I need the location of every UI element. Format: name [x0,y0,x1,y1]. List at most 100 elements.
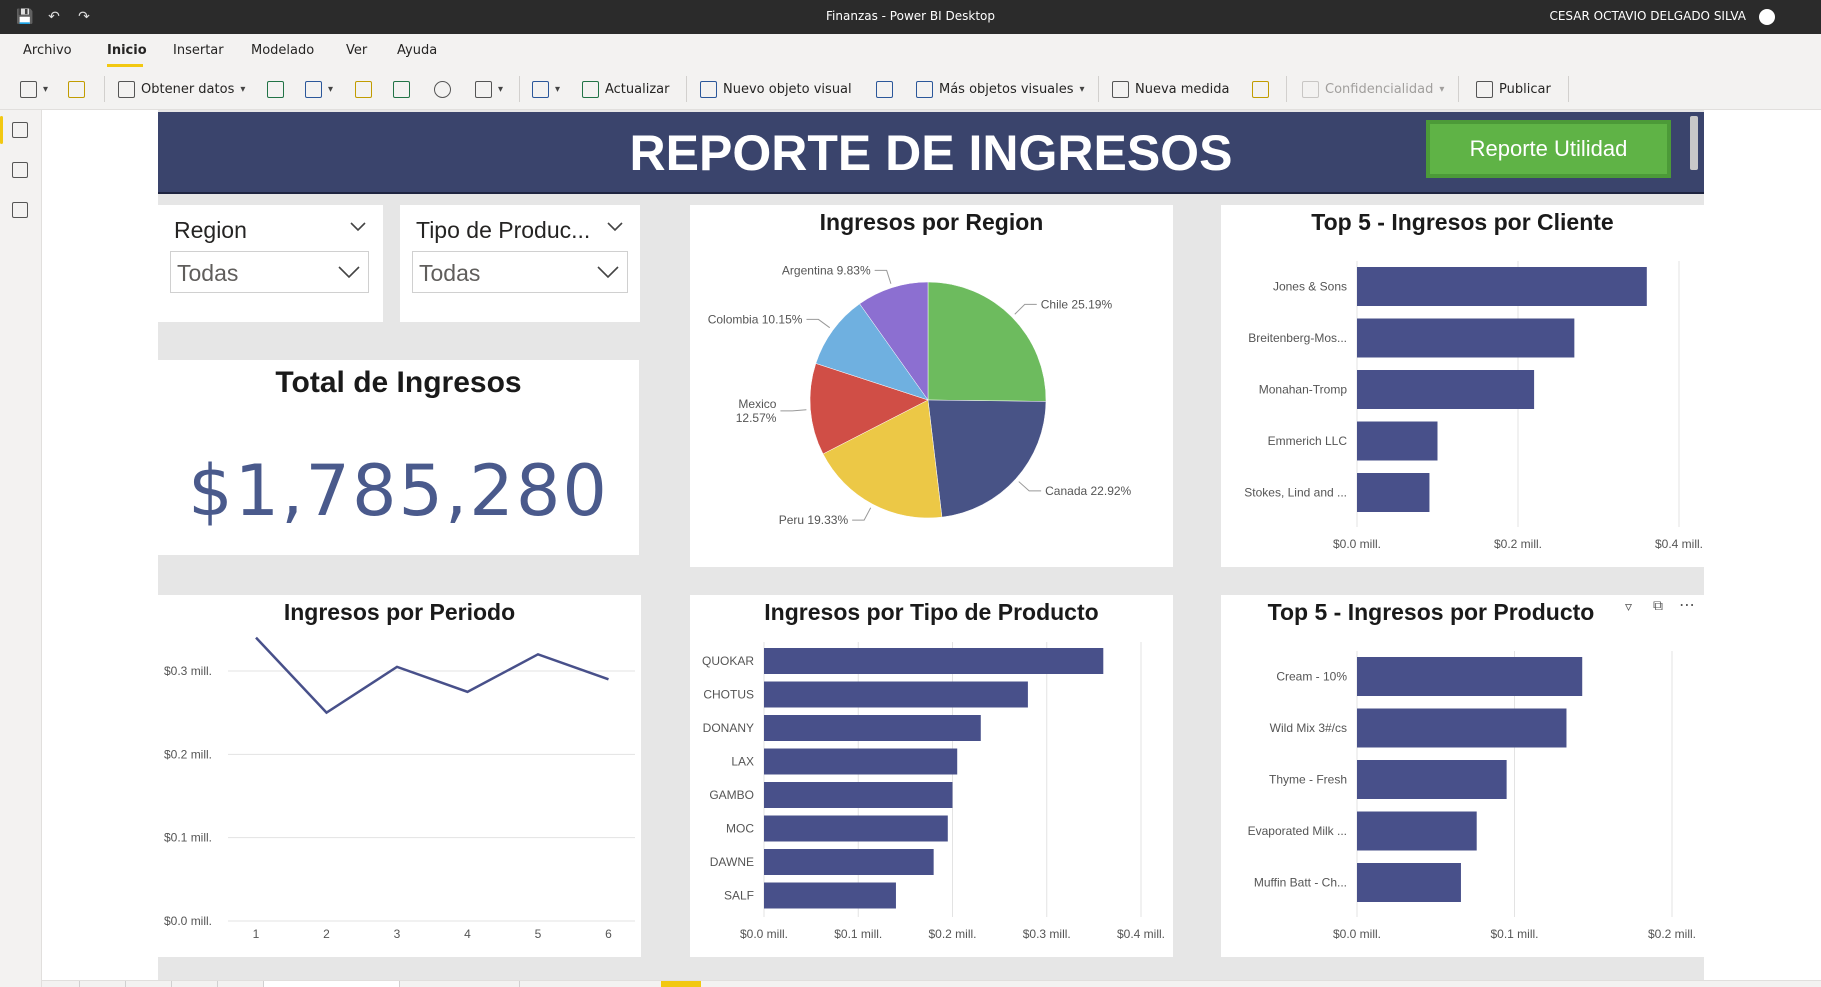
kpi-total-revenue[interactable]: Total de Ingresos $1,785,280 [158,360,639,555]
category-label: Wild Mix 3#/cs [1270,721,1347,735]
more-visuals-label: Más objetos visuales [939,81,1074,97]
slicer-product-label: Tipo de Produc... [416,217,591,243]
report-view-icon[interactable] [12,122,28,138]
text-box-button[interactable] [876,79,893,99]
line-chart[interactable]: $0.0 mill. $0.1 mill. $0.2 mill. $0.3 mill.… [158,595,641,957]
enter-data-button[interactable] [393,79,410,99]
bar [1357,370,1535,409]
data-view-icon[interactable] [12,162,28,178]
chart-top5-products[interactable]: Top 5 - Ingresos por Producto ▿ ⧉ ⋯ $0.0… [1221,595,1704,957]
window-title: Finanzas - Power BI Desktop [826,9,995,23]
tick-label: $0.0 mill. [164,914,212,928]
leader-line [780,409,807,412]
bar [1357,760,1507,799]
category-label: SALF [724,889,754,903]
bar-chart[interactable]: $0.0 mill. $0.1 mill. $0.2 mill. Cream - 10… [1221,595,1704,957]
menu-ayuda[interactable]: Ayuda [397,43,437,58]
recent-sources-button[interactable]: ▾ [475,79,503,99]
category-label: Muffin Batt - Ch... [1254,876,1347,890]
user-name[interactable]: CESAR OCTAVIO DELGADO SILVA [1549,9,1746,23]
chevron-down-icon[interactable] [606,217,624,235]
menu-insertar[interactable]: Insertar [173,43,224,58]
category-label: Monahan-Tromp [1259,383,1348,397]
leader-line [852,507,872,521]
bar [1357,421,1438,461]
bar-chart-icon [700,80,717,98]
slicer-region: Region Todas [158,205,383,322]
refresh-label: Actualizar [605,81,670,97]
datasets-button[interactable]: ▾ [305,79,333,99]
chart-top5-clients[interactable]: Top 5 - Ingresos por Cliente $0.0 mill. $… [1221,205,1704,567]
new-visual-button[interactable]: Nuevo objeto visual [700,79,852,99]
category-label: Cream - 10% [1276,670,1347,684]
menu-ver[interactable]: Ver [346,43,367,58]
bar [764,882,896,909]
active-menu-indicator [107,64,143,67]
kpi-value: $1,785,280 [188,450,609,532]
new-page-tab[interactable] [661,981,701,987]
chart-revenue-by-period[interactable]: Ingresos por Periodo $0.0 mill. $0.1 mill… [158,595,641,957]
slicer-product-dropdown[interactable]: Todas [412,251,628,293]
chart-revenue-by-region[interactable]: Ingresos por Region Chile 25.19% Canada 2… [690,205,1173,567]
sensitivity-button[interactable]: Confidencialidad ▾ [1302,79,1444,99]
format-painter-button[interactable] [68,79,85,99]
menu-archivo[interactable]: Archivo [23,43,72,58]
menu-inicio[interactable]: Inicio [107,43,147,58]
get-data-button[interactable]: Obtener datos ▾ [118,79,245,99]
title-bar: 💾 ↶ ↷ Finanzas - Power BI Desktop CESAR … [0,0,1821,34]
tick-label: $0.1 mill. [164,831,212,845]
excel-button[interactable] [267,79,284,99]
more-visuals-button[interactable]: Más objetos visuales ▾ [916,79,1085,99]
new-measure-button[interactable]: Nueva medida [1112,79,1230,99]
bar [764,715,981,741]
slicer-region-dropdown[interactable]: Todas [170,251,369,293]
tick-label: 1 [253,927,260,941]
bar-chart[interactable]: $0.0 mill. $0.2 mill. $0.4 mill. Jones & So… [1221,205,1704,567]
tick-label: $0.2 mill. [928,927,976,941]
leader-line [1014,303,1037,315]
chevron-down-icon[interactable] [349,217,367,235]
tick-label: $0.0 mill. [1333,927,1381,941]
avatar[interactable] [1759,9,1775,25]
tick-label: $0.2 mill. [1648,927,1696,941]
dataflow-icon [355,80,372,98]
dataflows-button[interactable] [355,79,372,99]
dataverse-icon [434,80,451,98]
paste-button[interactable]: ▾ [20,79,48,99]
transform-data-button[interactable]: ▾ [532,79,560,99]
bar [1357,811,1477,851]
refresh-button[interactable]: Actualizar [582,79,669,99]
report-header: REPORTE DE INGRESOS Reporte Utilidad [158,112,1704,194]
data-label: Chile 25.19% [1041,297,1113,311]
kpi-title: Total de Ingresos [275,366,522,399]
excel-icon [267,80,284,98]
header-scrollbar[interactable] [1690,116,1698,170]
dataverse-button[interactable] [434,79,451,99]
dataset-icon [305,80,322,98]
data-label: Canada 22.92% [1045,484,1131,498]
chart-revenue-by-product-type[interactable]: Ingresos por Tipo de Producto $0.0 mill.… [690,595,1173,957]
leader-line [874,269,892,284]
tick-label: $0.4 mill. [1655,537,1703,551]
tick-label: 4 [464,927,471,941]
slicer-product-type: Tipo de Produc... Todas [400,205,640,322]
chevron-down-icon [338,266,360,279]
data-label: Argentina 9.83% [782,263,871,277]
category-label: Thyme - Fresh [1269,773,1347,787]
bar-chart[interactable]: $0.0 mill. $0.1 mill. $0.2 mill. $0.3 mill.… [690,595,1173,957]
category-label: Jones & Sons [1273,280,1347,294]
category-label: CHOTUS [703,688,754,702]
menu-modelado[interactable]: Modelado [251,43,314,58]
shield-icon [1302,80,1319,98]
quick-measure-button[interactable] [1252,79,1269,99]
profit-report-button[interactable]: Reporte Utilidad [1426,120,1671,178]
category-label: DAWNE [710,855,754,869]
tick-label: 3 [394,927,401,941]
pie-chart[interactable]: Chile 25.19% Canada 22.92% Peru 19.33% Mexi… [690,205,1173,567]
category-label: MOC [726,822,754,836]
bar [764,815,948,842]
pie-slice [927,281,1047,402]
category-label: DONANY [703,721,754,735]
publish-button[interactable]: Publicar [1476,79,1551,99]
model-view-icon[interactable] [12,202,28,218]
